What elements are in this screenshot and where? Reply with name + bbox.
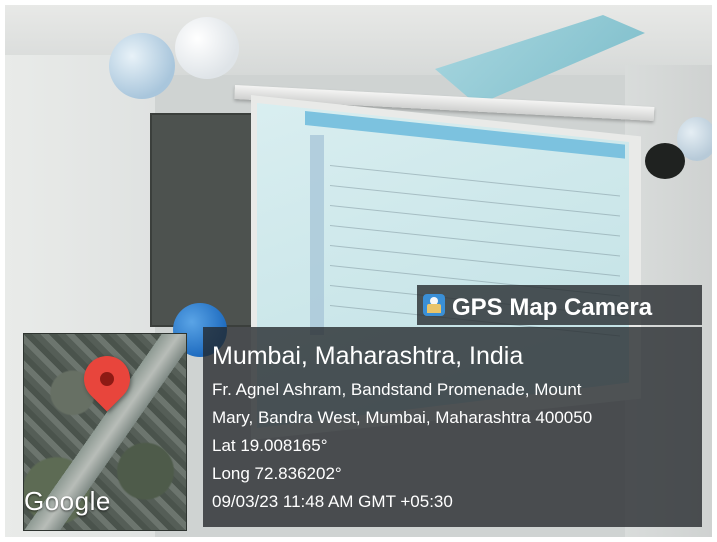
address-line-2: Mary, Bandra West, Mumbai, Maharashtra 4… [212, 408, 593, 427]
location-info: Mumbai, Maharashtra, India Fr. Agnel Ash… [212, 341, 698, 516]
balloon-light-blue [109, 33, 175, 99]
map-thumbnail: Google [23, 333, 187, 531]
location-pin-dot [100, 372, 114, 386]
projected-app-sidebar [310, 135, 324, 335]
table-row [330, 245, 620, 277]
app-title: GPS Map Camera [452, 294, 653, 321]
photo-frame: GPS Map Camera Mumbai, Maharashtra, Indi… [5, 5, 712, 537]
place-name: Mumbai, Maharashtra, India [212, 342, 524, 370]
table-row [330, 205, 620, 237]
speaker [645, 143, 685, 179]
table-row [330, 185, 620, 217]
table-row [330, 225, 620, 257]
timestamp: 09/03/23 11:48 AM GMT +05:30 [212, 492, 453, 511]
google-attribution: Google [24, 486, 111, 516]
longitude: Long 72.836202° [212, 464, 342, 483]
latitude: Lat 19.008165° [212, 436, 328, 455]
gps-map-camera-icon [423, 294, 445, 316]
balloon-white [175, 17, 239, 79]
address-line-1: Fr. Agnel Ashram, Bandstand Promenade, M… [212, 380, 582, 399]
